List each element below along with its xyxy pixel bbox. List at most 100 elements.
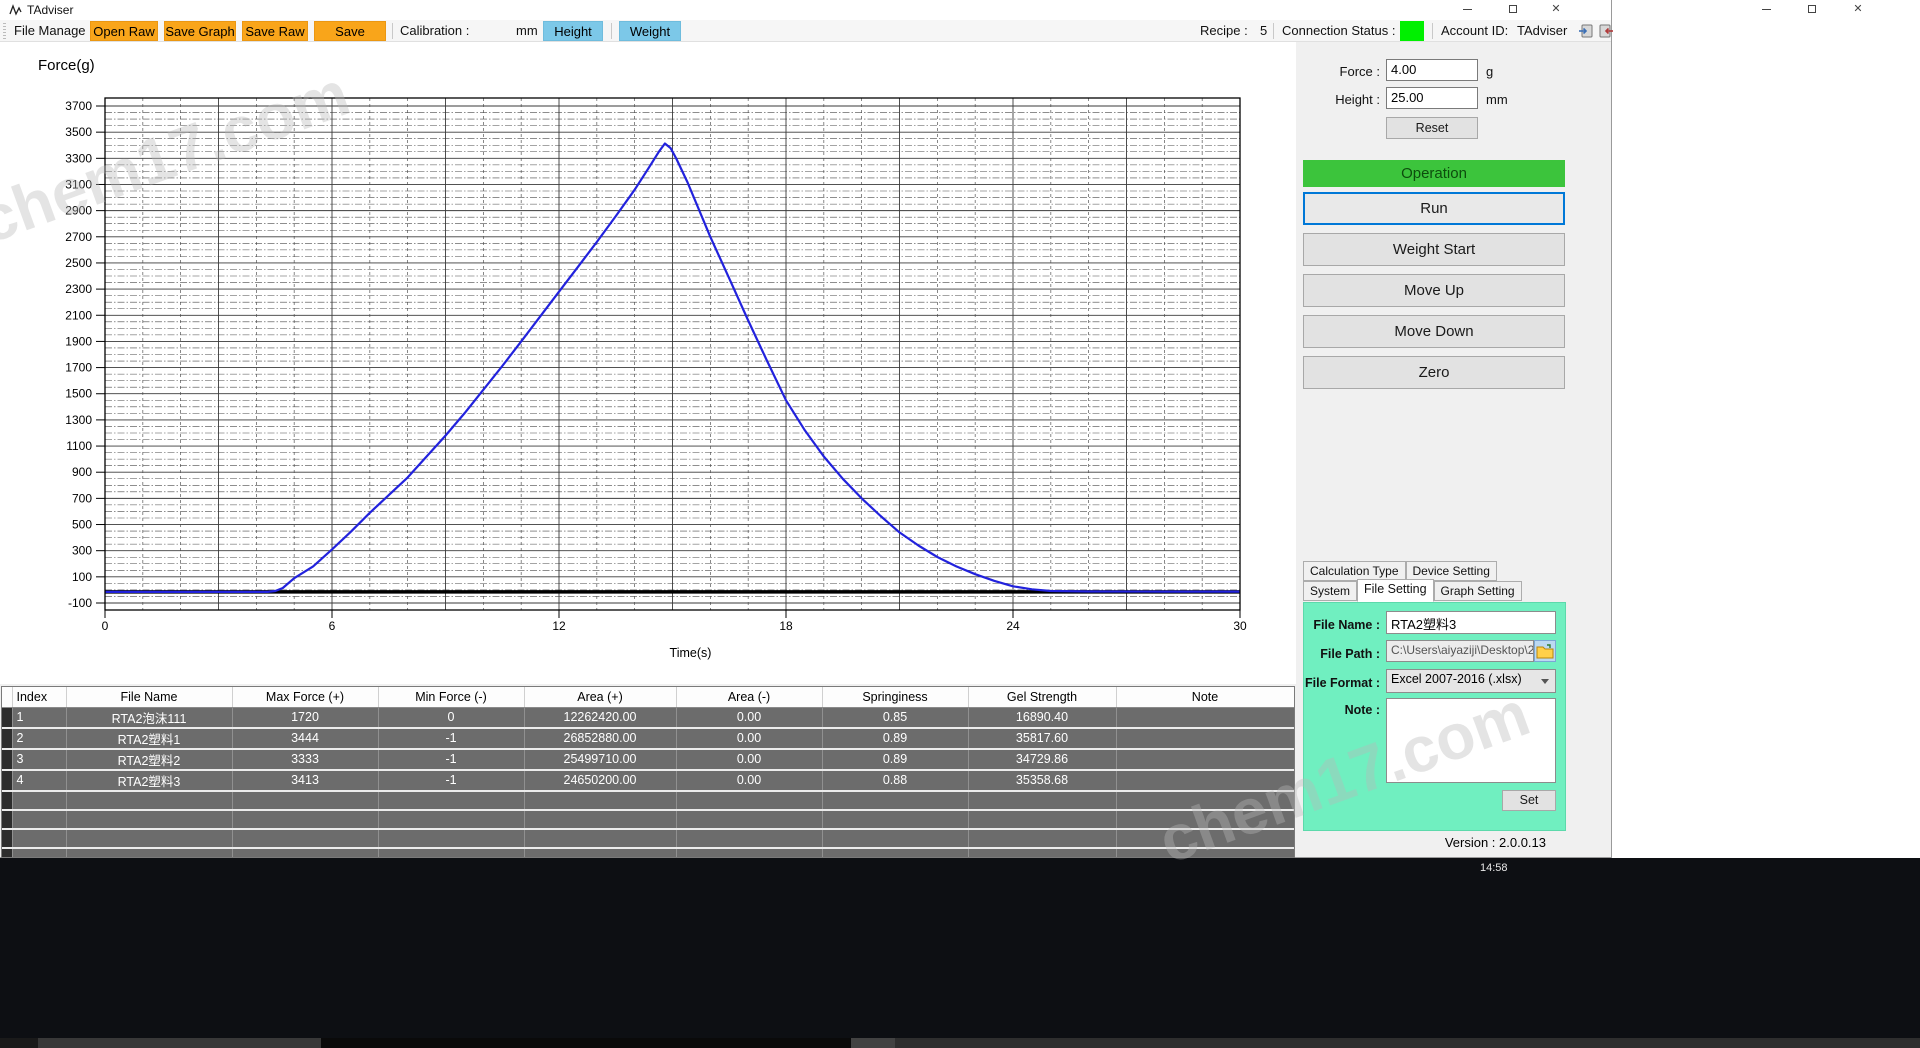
table-row[interactable]	[2, 829, 1294, 848]
set-button[interactable]: Set	[1502, 790, 1556, 811]
desktop: chem17.com chem17.com ✕ TAdviser ✕ File …	[0, 0, 1920, 1048]
table-cell: 3333	[232, 749, 378, 770]
y-tick-label: 900	[72, 465, 92, 479]
taskbar-segment[interactable]	[895, 1038, 1920, 1048]
save-result-button[interactable]: Save Result	[314, 21, 386, 41]
height-button[interactable]: Height	[543, 21, 603, 41]
table-cell: -1	[378, 770, 524, 791]
app-minimize-icon[interactable]	[1451, 0, 1483, 19]
tab-file-setting[interactable]: File Setting	[1357, 579, 1434, 602]
file-manage-label: File Manage :	[14, 23, 93, 39]
table-cell	[1116, 829, 1294, 848]
table-cell	[1116, 810, 1294, 829]
row-selector[interactable]	[2, 749, 12, 770]
weight-button[interactable]: Weight	[619, 21, 681, 41]
toolbar-separator	[611, 23, 612, 39]
table-cell: 0.89	[822, 728, 968, 749]
connection-status-label: Connection Status :	[1282, 23, 1395, 39]
minimize-icon[interactable]	[1750, 0, 1782, 19]
table-cell: 1	[12, 707, 66, 728]
tab-calculation-type[interactable]: Calculation Type	[1303, 561, 1406, 581]
table-cell: RTA2塑料3	[66, 770, 232, 791]
note-textarea[interactable]	[1386, 698, 1556, 783]
table-cell: 0	[378, 707, 524, 728]
folder-icon	[1536, 643, 1556, 663]
force-input[interactable]: 4.00	[1386, 59, 1478, 81]
y-tick-label: 1500	[65, 387, 92, 401]
table-row[interactable]: 1RTA2泡沫1111720012262420.000.000.8516890.…	[2, 707, 1294, 728]
close-icon[interactable]: ✕	[1842, 0, 1874, 19]
y-tick-label: 3300	[65, 151, 92, 165]
login-icon[interactable]	[1578, 23, 1594, 39]
weight-start-button[interactable]: Weight Start	[1303, 233, 1565, 266]
column-header[interactable]: Springiness	[822, 687, 968, 707]
account-id-value: TAdviser	[1517, 23, 1567, 39]
recipe-value: 5	[1260, 23, 1267, 39]
file-format-select[interactable]: Excel 2007-2016 (.xlsx)	[1386, 669, 1556, 693]
move-down-button[interactable]: Move Down	[1303, 315, 1565, 348]
tabs-row-1: Calculation TypeDevice Setting	[1303, 561, 1497, 581]
table-cell	[66, 791, 232, 810]
toolbar-grip[interactable]	[3, 23, 6, 39]
column-header[interactable]: Max Force (+)	[232, 687, 378, 707]
column-header[interactable]: File Name	[66, 687, 232, 707]
tab-graph-setting[interactable]: Graph Setting	[1434, 581, 1522, 601]
column-header[interactable]: Note	[1116, 687, 1294, 707]
results-table[interactable]: IndexFile NameMax Force (+)Min Force (-)…	[1, 686, 1295, 858]
table-cell: 16890.40	[968, 707, 1116, 728]
row-selector[interactable]	[2, 728, 12, 749]
logout-icon[interactable]	[1598, 23, 1614, 39]
app-maximize-icon[interactable]	[1497, 0, 1529, 19]
zero-button[interactable]: Zero	[1303, 356, 1565, 389]
height-input[interactable]: 25.00	[1386, 87, 1478, 109]
table-cell	[524, 810, 676, 829]
browse-folder-button[interactable]	[1534, 640, 1556, 662]
open-raw-button[interactable]: Open Raw	[90, 21, 158, 41]
column-header[interactable]: Gel Strength	[968, 687, 1116, 707]
row-selector[interactable]	[2, 707, 12, 728]
operation-header[interactable]: Operation	[1303, 160, 1565, 187]
column-header[interactable]: Min Force (-)	[378, 687, 524, 707]
table-cell: RTA2塑料1	[66, 728, 232, 749]
taskbar-segment[interactable]	[321, 1038, 851, 1048]
app-close-icon[interactable]: ✕	[1540, 0, 1572, 19]
save-raw-button[interactable]: Save Raw	[242, 21, 308, 41]
table-row[interactable]	[2, 791, 1294, 810]
file-path-input[interactable]: C:\Users\aiyaziji\Desktop\20	[1386, 640, 1534, 662]
table-row[interactable]	[2, 848, 1294, 859]
maximize-icon[interactable]	[1796, 0, 1828, 19]
table-row[interactable]: 2RTA2塑料13444-126852880.000.000.8935817.6…	[2, 728, 1294, 749]
table-cell	[676, 829, 822, 848]
file-path-label: File Path :	[1296, 647, 1380, 661]
height-label: Height :	[1296, 92, 1380, 107]
y-tick-label: 1900	[65, 334, 92, 348]
taskbar-segment[interactable]	[851, 1038, 895, 1048]
title-bar[interactable]: TAdviser ✕	[0, 0, 1611, 20]
column-header[interactable]: Area (+)	[524, 687, 676, 707]
reset-button[interactable]: Reset	[1386, 117, 1478, 139]
file-name-input[interactable]: RTA2塑料3	[1386, 611, 1556, 634]
row-selector[interactable]	[2, 810, 12, 829]
row-selector[interactable]	[2, 791, 12, 810]
row-selector[interactable]	[2, 829, 12, 848]
table-cell	[12, 791, 66, 810]
row-selector[interactable]	[2, 770, 12, 791]
taskbar-segment[interactable]	[0, 1038, 38, 1048]
run-button[interactable]: Run	[1303, 192, 1565, 225]
toolbar-separator	[392, 23, 393, 39]
taskbar-segment[interactable]	[38, 1038, 321, 1048]
app-logo-icon	[9, 4, 23, 16]
table-cell	[232, 848, 378, 859]
column-header[interactable]: Area (-)	[676, 687, 822, 707]
y-tick-label: 300	[72, 544, 92, 558]
tab-device-setting[interactable]: Device Setting	[1406, 561, 1497, 581]
table-row[interactable]: 3RTA2塑料23333-125499710.000.000.8934729.8…	[2, 749, 1294, 770]
row-selector[interactable]	[2, 848, 12, 859]
table-row[interactable]: 4RTA2塑料33413-124650200.000.000.8835358.6…	[2, 770, 1294, 791]
column-header[interactable]: Index	[12, 687, 66, 707]
table-row[interactable]	[2, 810, 1294, 829]
tab-system[interactable]: System	[1303, 581, 1357, 601]
move-up-button[interactable]: Move Up	[1303, 274, 1565, 307]
save-graph-button[interactable]: Save Graph	[164, 21, 236, 41]
table-cell: 1720	[232, 707, 378, 728]
